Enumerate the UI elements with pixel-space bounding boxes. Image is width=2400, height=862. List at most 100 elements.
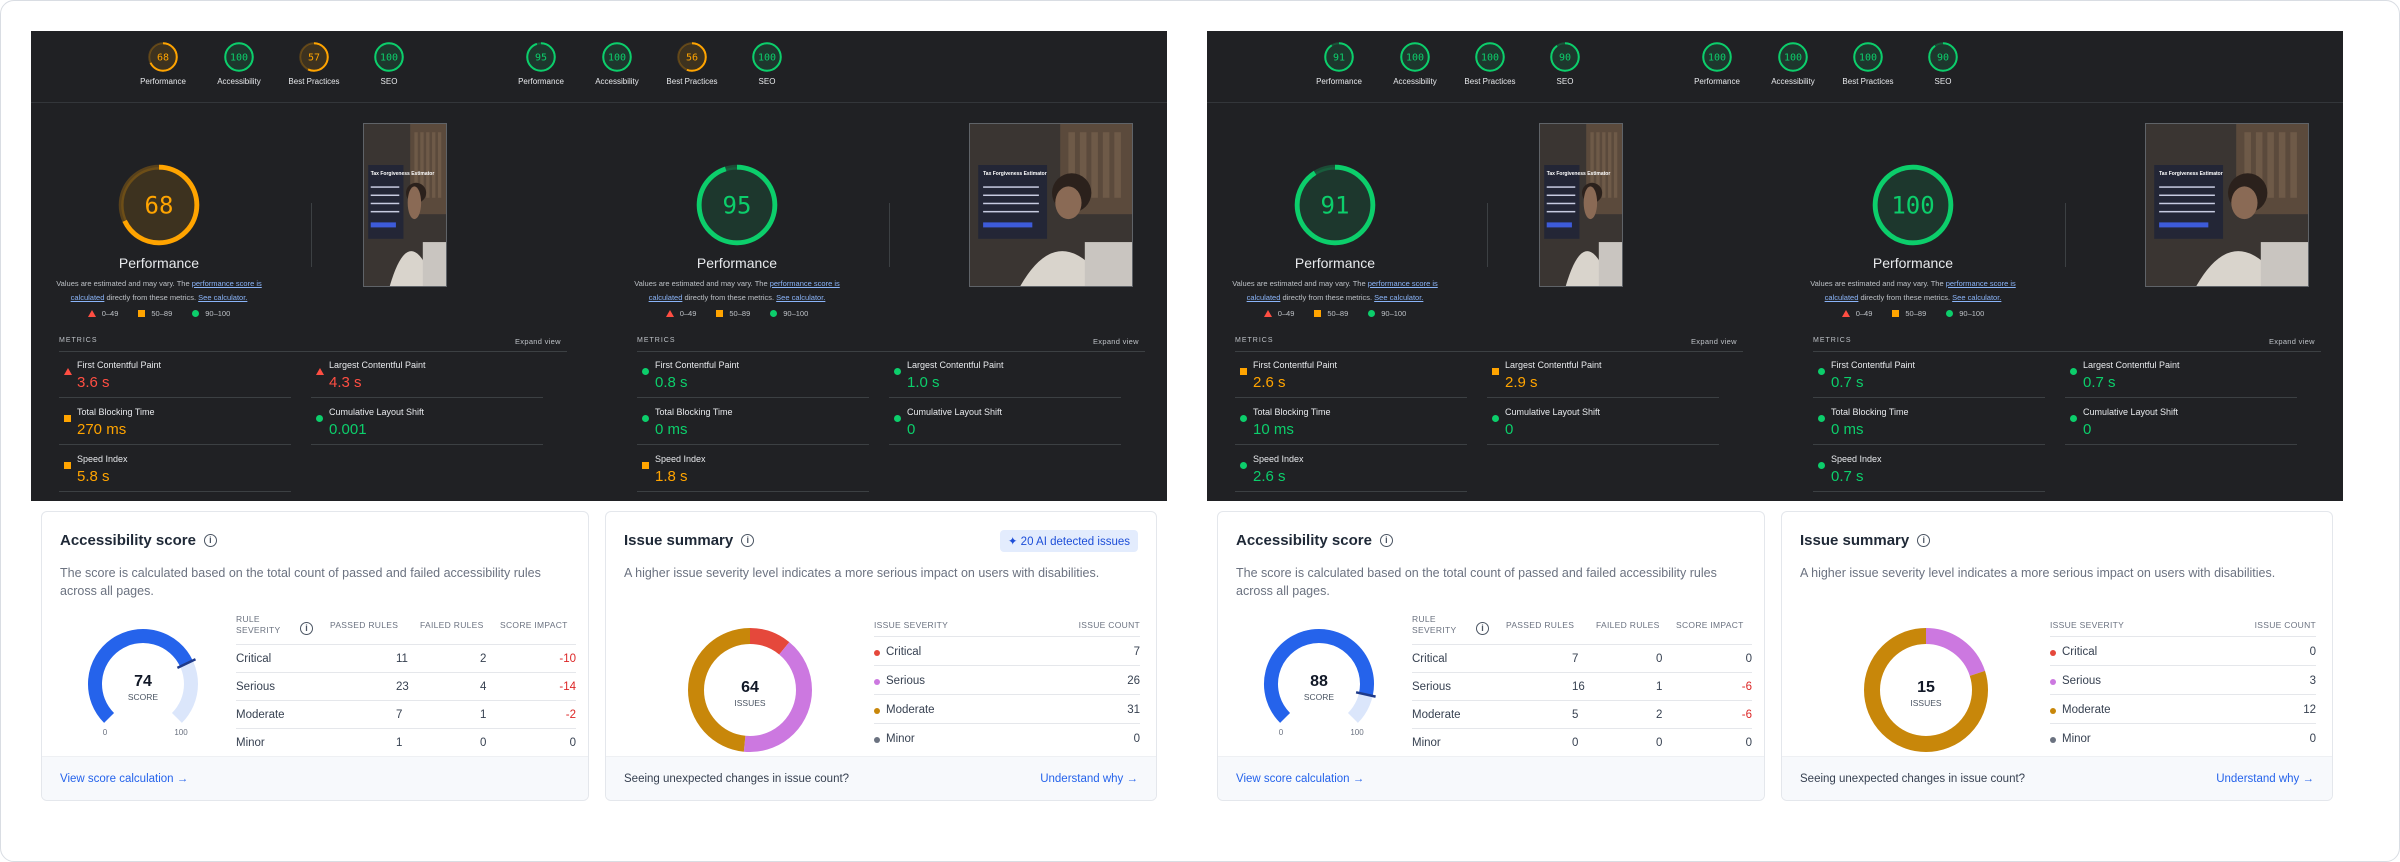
expand-view-toggle[interactable]: Expand view xyxy=(1691,337,1737,346)
see-calculator-link[interactable]: See calculator. xyxy=(776,293,825,302)
see-calculator-link[interactable]: See calculator. xyxy=(1374,293,1423,302)
category-score-ring: 90 xyxy=(1550,42,1580,72)
performance-score-gauge: 95 xyxy=(696,164,778,246)
column-header: ISSUE COUNT xyxy=(2254,620,2316,630)
see-calculator-link[interactable]: See calculator. xyxy=(1952,293,2001,302)
expand-view-toggle[interactable]: Expand view xyxy=(2269,337,2315,346)
category-score-ring: 91 xyxy=(1324,42,1354,72)
metric-value: 0 xyxy=(1505,421,1514,438)
info-icon[interactable]: i xyxy=(741,534,755,547)
gauge-max: 100 xyxy=(174,728,188,737)
metric-cumulative-layout-shift: Cumulative Layout Shift 0 xyxy=(889,399,1121,445)
gauge-score: 100 xyxy=(1859,53,1877,64)
table-row: Critical 7 0 0 xyxy=(1412,644,1752,672)
gauge-score: 56 xyxy=(686,53,698,64)
issue-count: 12 xyxy=(2303,704,2316,716)
passed-rules: 5 xyxy=(1572,709,1579,721)
info-icon[interactable]: i xyxy=(1917,534,1931,547)
category-gauge-best-practices[interactable]: 100 Best Practices xyxy=(1828,41,1908,86)
category-gauge-seo[interactable]: 90 SEO xyxy=(1525,41,1605,86)
pass-circle-icon xyxy=(1818,462,1825,469)
issues-label: ISSUES xyxy=(1910,698,1942,708)
pass-circle-icon xyxy=(1492,415,1499,422)
score-label: SCORE xyxy=(128,692,159,702)
fail-triangle-icon xyxy=(665,310,674,317)
legend-average: 50–89 xyxy=(138,309,172,318)
rule-severity-table: RULE SEVERITY PASSED RULES FAILED RULES SCO… xyxy=(1412,614,1752,764)
severity-info-icon[interactable]: i xyxy=(1476,622,1489,635)
category-gauge-seo[interactable]: 100 SEO xyxy=(727,41,807,86)
severity-dot-icon xyxy=(874,737,880,743)
category-score-ring: 57 xyxy=(299,42,329,72)
category-gauge-accessibility[interactable]: 100 Accessibility xyxy=(577,41,657,86)
gauge-score: 90 xyxy=(1937,53,1949,64)
view-score-calculation-link[interactable]: View score calculation → xyxy=(60,773,188,785)
metric-largest-contentful-paint: Largest Contentful Paint 1.0 s xyxy=(889,352,1121,398)
metric-cumulative-layout-shift: Cumulative Layout Shift 0 xyxy=(2065,399,2297,445)
category-gauge-performance[interactable]: 95 Performance xyxy=(501,41,581,86)
pass-circle-icon xyxy=(642,368,649,375)
category-label: SEO xyxy=(380,77,398,86)
category-gauge-performance[interactable]: 68 Performance xyxy=(123,41,203,86)
metric-name: First Contentful Paint xyxy=(655,360,740,370)
expand-view-toggle[interactable]: Expand view xyxy=(1093,337,1139,346)
metric-speed-index: Speed Index 0.7 s xyxy=(1813,446,2045,492)
sparkle-icon: ✦ xyxy=(1007,536,1021,548)
category-gauge-seo[interactable]: 90 SEO xyxy=(1903,41,1983,86)
legend-bad: 0–49 xyxy=(665,309,696,318)
column-header: SCORE IMPACT xyxy=(1676,620,1744,630)
understand-why-link[interactable]: Understand why → xyxy=(2216,773,2314,785)
metrics-header: METRICS xyxy=(1235,337,1274,344)
pass-circle-icon xyxy=(316,415,323,422)
category-gauge-accessibility[interactable]: 100 Accessibility xyxy=(1375,41,1455,86)
category-gauge-performance[interactable]: 100 Performance xyxy=(1677,41,1757,86)
info-icon[interactable]: i xyxy=(1379,534,1393,547)
performance-score-gauge: 100 xyxy=(1872,164,1954,246)
metric-value: 0 xyxy=(2083,421,2092,438)
note-text-2: directly from these metrics. xyxy=(1280,293,1375,302)
page-screenshot-thumbnail: Tax Forgiveness Estimator xyxy=(2145,123,2309,287)
category-gauge-best-practices[interactable]: 57 Best Practices xyxy=(274,41,354,86)
severity: Critical xyxy=(236,653,272,665)
fail-triangle-icon xyxy=(1263,310,1272,317)
gauge-max: 100 xyxy=(1350,728,1364,737)
column-header: RULE SEVERITY xyxy=(1412,614,1457,635)
note-text: Values are estimated and may vary. The xyxy=(56,279,192,288)
issue-count: 0 xyxy=(2309,646,2316,658)
issue-row: Critical 0 xyxy=(2050,636,2316,665)
info-icon[interactable]: i xyxy=(203,534,217,547)
understand-why-link[interactable]: Understand why → xyxy=(1040,773,1138,785)
severity: Moderate xyxy=(1412,709,1461,721)
category-score-ring: 100 xyxy=(752,42,782,72)
severity: Moderate xyxy=(2062,704,2111,716)
see-calculator-link[interactable]: See calculator. xyxy=(198,293,247,302)
view-score-calculation-link[interactable]: View score calculation → xyxy=(1236,773,1364,785)
column-header: PASSED RULES xyxy=(1506,620,1575,630)
metric-name: Cumulative Layout Shift xyxy=(329,407,425,417)
metric-value: 0.8 s xyxy=(655,374,688,391)
column-header: FAILED RULES xyxy=(420,620,484,630)
category-gauge-accessibility[interactable]: 100 Accessibility xyxy=(1753,41,1833,86)
legend-bad: 0–49 xyxy=(1263,309,1294,318)
column-header: ISSUE COUNT xyxy=(1078,620,1140,630)
expand-view-toggle[interactable]: Expand view xyxy=(515,337,561,346)
category-gauge-accessibility[interactable]: 100 Accessibility xyxy=(199,41,279,86)
category-gauge-performance[interactable]: 91 Performance xyxy=(1299,41,1379,86)
issue-count: 26 xyxy=(1127,675,1140,687)
passed-rules: 7 xyxy=(1572,653,1579,665)
issue-row: Serious 26 xyxy=(874,665,1140,694)
category-gauge-seo[interactable]: 100 SEO xyxy=(349,41,429,86)
metric-name: Cumulative Layout Shift xyxy=(1505,407,1601,417)
page-screenshot-thumbnail: Tax Forgiveness Estimator xyxy=(363,123,447,287)
category-score-ring: 90 xyxy=(1928,42,1958,72)
severity-info-icon[interactable]: i xyxy=(300,622,313,635)
category-gauge-best-practices[interactable]: 56 Best Practices xyxy=(652,41,732,86)
category-score-ring: 95 xyxy=(526,42,556,72)
gauge-score: 100 xyxy=(1406,53,1424,64)
divider xyxy=(311,203,312,267)
ai-detected-issues-badge[interactable]: ✦ 20 AI detected issues xyxy=(999,530,1138,552)
gauge-min: 0 xyxy=(1279,728,1284,737)
issue-row: Moderate 31 xyxy=(874,694,1140,723)
category-gauge-best-practices[interactable]: 100 Best Practices xyxy=(1450,41,1530,86)
metric-value: 0 xyxy=(907,421,916,438)
